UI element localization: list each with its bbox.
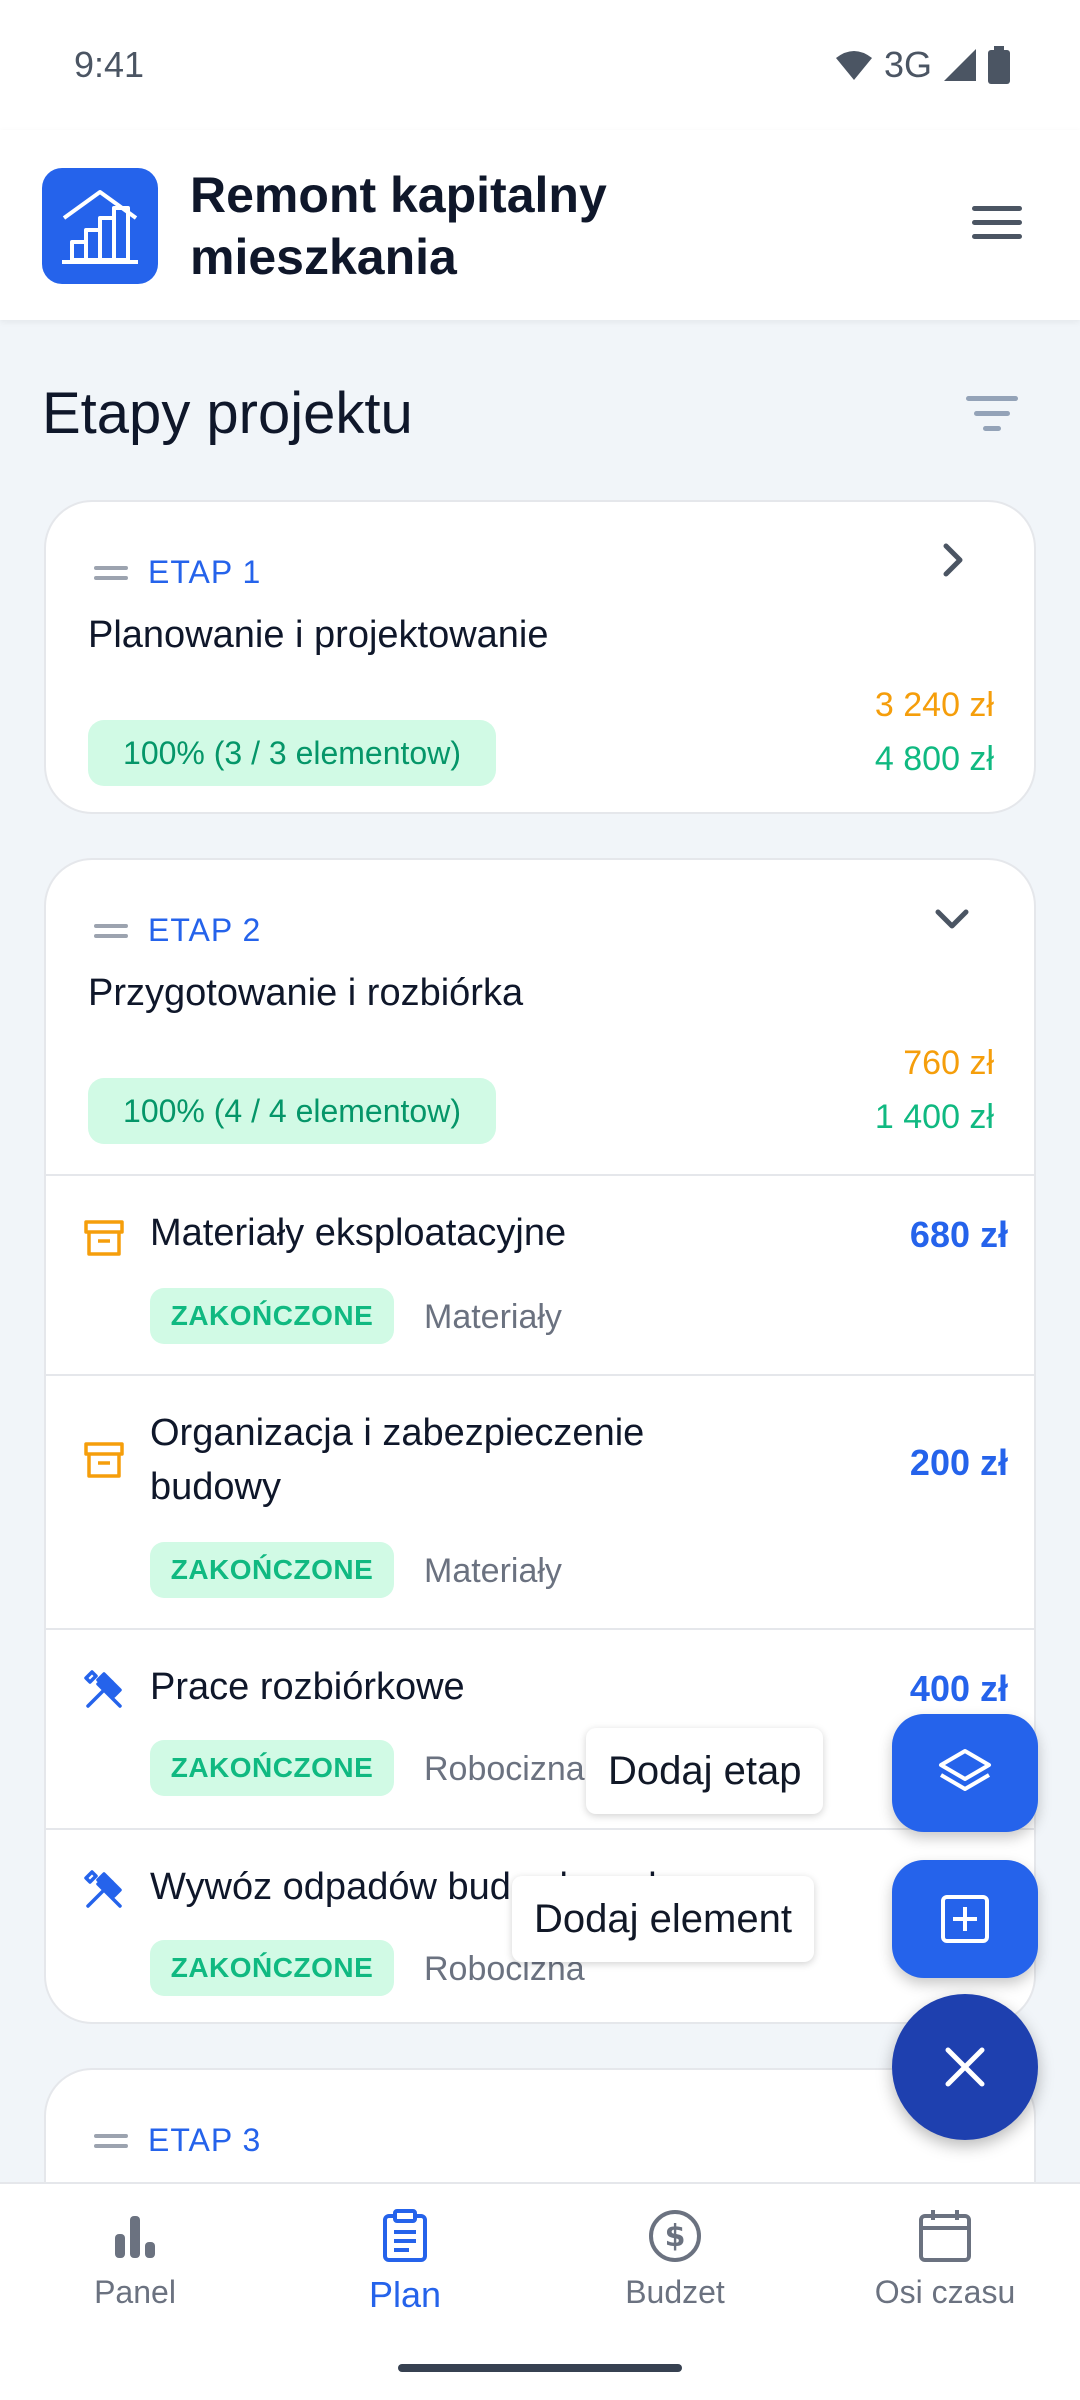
app-bar: Remont kapitalny mieszkania (0, 130, 1080, 320)
stage-header: ETAP 2 (94, 912, 261, 949)
add-element-label[interactable]: Dodaj element (512, 1876, 814, 1962)
status-time: 9:41 (74, 44, 145, 85)
signal-icon (944, 49, 976, 81)
stage-progress-badge: 100% (4 / 4 elementow) (88, 1078, 496, 1144)
battery-icon (988, 46, 1010, 84)
add-element-button[interactable] (892, 1860, 1038, 1978)
wifi-icon (835, 51, 872, 80)
item-price: 200 zł (909, 1442, 1008, 1483)
hammer-wrench-icon (84, 1670, 122, 1708)
filter-icon[interactable] (966, 396, 1018, 436)
item-name: Materiały eksploatacyjne (150, 1212, 567, 1254)
stage-budget-amount: 1 400 zł (874, 1098, 994, 1136)
item-category: Materiały (424, 1552, 562, 1590)
nav-timeline[interactable]: Osi czasu (810, 2208, 1080, 2311)
network-type: 3G (883, 44, 932, 85)
status-badge: ZAKOŃCZONE (150, 1740, 394, 1796)
bar-chart-icon (115, 2216, 155, 2258)
stage-header: ETAP 3 (94, 2122, 261, 2159)
nav-label: Plan (368, 2274, 442, 2315)
list-item[interactable]: Organizacja i zabezpieczenie budowy 200 … (46, 1374, 1034, 1628)
calendar-icon (919, 2210, 971, 2262)
add-stage-label[interactable]: Dodaj etap (586, 1728, 824, 1814)
dollar-circle-icon: $ (649, 2210, 701, 2262)
chevron-down-icon[interactable] (932, 898, 972, 938)
status-badge: ZAKOŃCZONE (150, 1288, 394, 1344)
plus-square-icon (941, 1895, 989, 1943)
stage-progress-badge: 100% (3 / 3 elementow) (88, 720, 496, 786)
layers-icon (939, 1749, 991, 1791)
stage-card-1[interactable]: ETAP 1 Planowanie i projektowanie 3 240 … (44, 500, 1036, 814)
add-stage-button[interactable] (892, 1714, 1038, 1832)
nav-budget[interactable]: $ Budzet (540, 2208, 810, 2311)
stage-card-2[interactable]: ETAP 2 Przygotowanie i rozbiórka 760 zł … (44, 858, 1036, 2024)
hamburger-menu-icon[interactable] (972, 206, 1022, 246)
stage-budget-amount: 4 800 zł (874, 740, 994, 778)
stage-label: ETAP 2 (148, 912, 262, 948)
drag-handle-icon[interactable] (94, 560, 128, 586)
archive-box-icon (84, 1442, 124, 1478)
stage-spent-amount: 3 240 zł (874, 686, 994, 724)
home-indicator[interactable] (398, 2364, 682, 2372)
status-bar: 9:41 3G (0, 0, 1080, 130)
list-item[interactable]: Prace rozbiórkowe 400 zł ZAKOŃCZONE Robo… (46, 1628, 1034, 1828)
drag-handle-icon[interactable] (94, 2128, 128, 2154)
archive-box-icon (84, 1220, 124, 1256)
clipboard-icon (383, 2209, 427, 2262)
stage-label: ETAP 1 (148, 554, 262, 590)
nav-panel[interactable]: Panel (0, 2208, 270, 2311)
close-fab-button[interactable] (892, 1994, 1038, 2140)
chevron-right-icon[interactable] (932, 540, 972, 580)
status-badge: ZAKOŃCZONE (150, 1940, 394, 1996)
nav-label: Osi czasu (874, 2274, 1016, 2310)
stage-spent-amount: 760 zł (903, 1044, 994, 1082)
list-item[interactable]: Materiały eksploatacyjne 680 zł ZAKOŃCZO… (46, 1174, 1034, 1374)
item-category: Robocizna (424, 1750, 585, 1788)
drag-handle-icon[interactable] (94, 918, 128, 944)
close-icon (945, 2047, 985, 2087)
stage-label: ETAP 3 (148, 2122, 262, 2158)
item-price: 680 zł (909, 1214, 1008, 1255)
stage-name: Planowanie i projektowanie (88, 614, 549, 656)
item-name: Organizacja i zabezpieczenie budowy (150, 1412, 645, 1508)
section-title: Etapy projektu (42, 381, 413, 446)
stage-header: ETAP 1 (94, 554, 261, 591)
item-category: Materiały (424, 1298, 562, 1336)
nav-label: Panel (94, 2274, 176, 2310)
item-price: 400 zł (909, 1668, 1008, 1709)
status-badge: ZAKOŃCZONE (150, 1542, 394, 1598)
project-title: Remont kapitalny mieszkania (190, 167, 607, 285)
nav-plan[interactable]: Plan (270, 2208, 540, 2316)
nav-label: Budzet (625, 2274, 725, 2310)
stage-name: Przygotowanie i rozbiórka (88, 972, 524, 1014)
hammer-wrench-icon (84, 1870, 122, 1908)
svg-text:$: $ (665, 2219, 686, 2254)
house-stairs-icon (42, 168, 158, 284)
item-name: Prace rozbiórkowe (150, 1666, 465, 1708)
status-icons: 3G (834, 44, 1010, 86)
